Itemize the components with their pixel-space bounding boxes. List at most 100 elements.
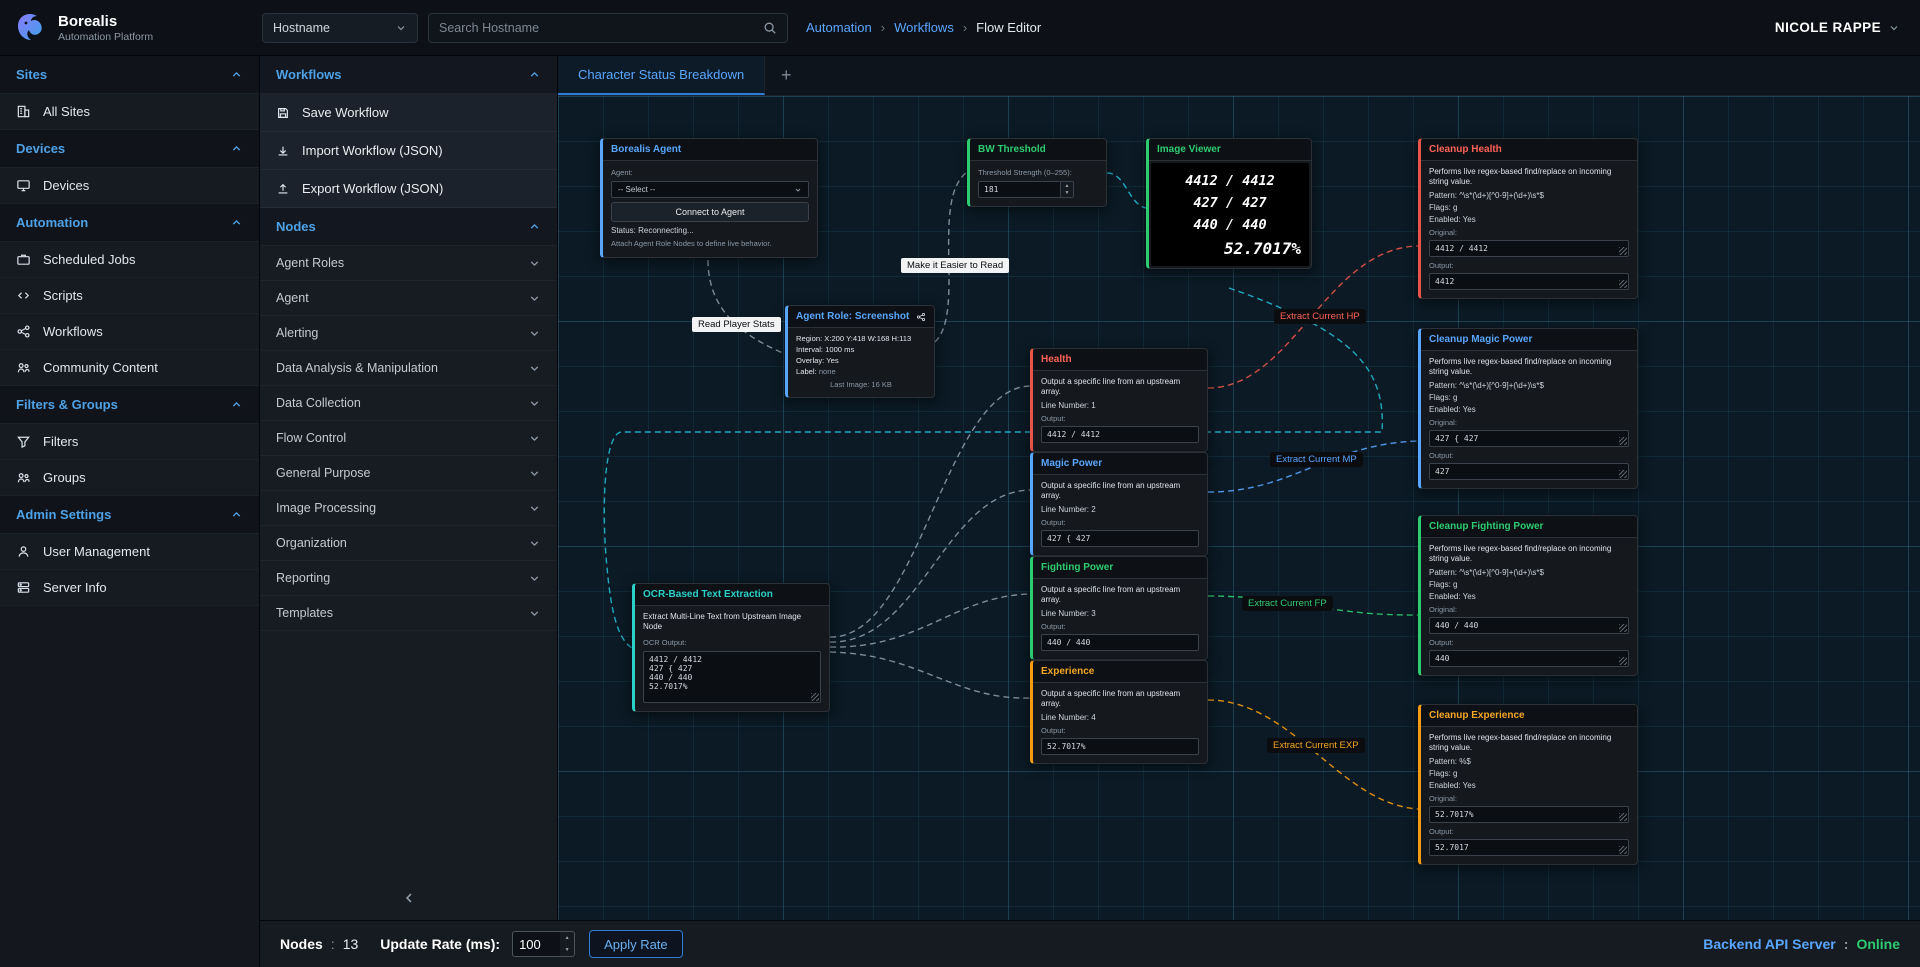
node-cleanup-experience[interactable]: Cleanup Experience Performs live regex-b… <box>1418 704 1638 865</box>
output-textarea[interactable]: 427 <box>1429 463 1629 480</box>
node-ocr-text-extraction[interactable]: OCR-Based Text Extraction Extract Multi-… <box>632 583 830 712</box>
original-textarea[interactable]: 52.7017% <box>1429 806 1629 823</box>
label-extract-current-mp[interactable]: Extract Current MP <box>1270 452 1363 467</box>
breadcrumb: Automation › Workflows › Flow Editor <box>806 20 1041 35</box>
update-rate-input[interactable] <box>512 931 560 957</box>
label-read-player-stats[interactable]: Read Player Stats <box>692 317 781 332</box>
node-category-general-purpose[interactable]: General Purpose <box>260 456 557 491</box>
flow-canvas[interactable]: Borealis Agent Agent: -- Select -- Conne… <box>558 96 1920 920</box>
tab-character-status-breakdown[interactable]: Character Status Breakdown <box>558 56 765 95</box>
panel-section-workflows[interactable]: Workflows <box>260 56 557 94</box>
node-health[interactable]: Health Output a specific line from an up… <box>1030 348 1208 452</box>
scripts-icon <box>16 288 31 303</box>
hostname-dropdown[interactable]: Hostname <box>262 13 418 43</box>
sidebar-item-server-info[interactable]: Server Info <box>0 570 259 606</box>
breadcrumb-current: Flow Editor <box>976 20 1041 35</box>
original-textarea[interactable]: 427 { 427 <box>1429 430 1629 447</box>
node-title: Borealis Agent <box>603 139 817 161</box>
output-field[interactable]: 427 { 427 <box>1041 530 1199 547</box>
spinner-buttons[interactable]: ▲▼ <box>1061 181 1074 198</box>
chevron-left-icon <box>401 890 417 906</box>
apply-rate-button[interactable]: Apply Rate <box>589 930 683 958</box>
node-cleanup-health[interactable]: Cleanup Health Performs live regex-based… <box>1418 138 1638 299</box>
node-bw-threshold[interactable]: BW Threshold Threshold Strength (0–255):… <box>967 138 1107 207</box>
output-field[interactable]: 440 / 440 <box>1041 634 1199 651</box>
user-menu[interactable]: NICOLE RAPPE <box>1775 20 1900 35</box>
breadcrumb-workflows[interactable]: Workflows <box>894 20 954 35</box>
sidebar-item-workflows[interactable]: Workflows <box>0 314 259 350</box>
node-category-templates[interactable]: Templates <box>260 596 557 631</box>
label-extract-current-fp[interactable]: Extract Current FP <box>1242 596 1333 611</box>
threshold-stepper[interactable]: 181 ▲▼ <box>978 181 1074 198</box>
hostname-search[interactable] <box>428 13 788 43</box>
node-magic-power[interactable]: Magic Power Output a specific line from … <box>1030 452 1208 556</box>
output-field[interactable]: 52.7017% <box>1041 738 1199 755</box>
node-category-alerting[interactable]: Alerting <box>260 316 557 351</box>
import-workflow-button[interactable]: Import Workflow (JSON) <box>260 132 557 170</box>
node-category-image-processing[interactable]: Image Processing <box>260 491 557 526</box>
label-make-easier-to-read[interactable]: Make it Easier to Read <box>901 258 1009 273</box>
node-experience[interactable]: Experience Output a specific line from a… <box>1030 660 1208 764</box>
sidebar-section-automation[interactable]: Automation <box>0 204 259 242</box>
original-textarea[interactable]: 440 / 440 <box>1429 617 1629 634</box>
original-textarea[interactable]: 4412 / 4412 <box>1429 240 1629 257</box>
nodes-count-label: Nodes <box>280 936 323 952</box>
add-tab-button[interactable]: + <box>765 56 807 95</box>
node-image-viewer[interactable]: Image Viewer 4412 / 4412 427 / 427 440 /… <box>1146 138 1312 269</box>
save-workflow-button[interactable]: Save Workflow <box>260 94 557 132</box>
viewer-line: 4412 / 4412 <box>1185 173 1274 189</box>
output-textarea[interactable]: 440 <box>1429 650 1629 667</box>
update-rate-stepper[interactable]: ▲▼ <box>512 931 575 957</box>
sidebar-section-filters-groups[interactable]: Filters & Groups <box>0 386 259 424</box>
spinner-buttons[interactable]: ▲▼ <box>560 931 575 957</box>
node-cleanup-fighting-power[interactable]: Cleanup Fighting Power Performs live reg… <box>1418 515 1638 676</box>
label-extract-current-hp[interactable]: Extract Current HP <box>1274 309 1366 324</box>
node-category-data-collection[interactable]: Data Collection <box>260 386 557 421</box>
output-label: Output: <box>1041 518 1199 527</box>
node-category-agent-roles[interactable]: Agent Roles <box>260 246 557 281</box>
node-category-organization[interactable]: Organization <box>260 526 557 561</box>
sidebar-item-all-sites[interactable]: All Sites <box>0 94 259 130</box>
sidebar-item-scheduled-jobs[interactable]: Scheduled Jobs <box>0 242 259 278</box>
regex-pattern: Pattern: ^\s*(\d+)[^0-9]+(\d+)\s*$ <box>1429 568 1629 577</box>
collapse-panel-button[interactable] <box>260 880 557 920</box>
sidebar-item-filters[interactable]: Filters <box>0 424 259 460</box>
node-category-reporting[interactable]: Reporting <box>260 561 557 596</box>
viewer-line: 440 / 440 <box>1193 217 1266 233</box>
label-extract-current-exp[interactable]: Extract Current EXP <box>1267 738 1365 753</box>
node-category-flow-control[interactable]: Flow Control <box>260 421 557 456</box>
node-title: BW Threshold <box>970 139 1106 161</box>
share-icon[interactable] <box>916 312 926 322</box>
action-label: Save Workflow <box>302 105 388 120</box>
line-number: Line Number: 1 <box>1041 401 1199 410</box>
output-field[interactable]: 4412 / 4412 <box>1041 426 1199 443</box>
node-title: Experience <box>1033 661 1207 683</box>
sidebar-item-devices[interactable]: Devices <box>0 168 259 204</box>
groups-icon <box>16 470 31 485</box>
sidebar-item-groups[interactable]: Groups <box>0 460 259 496</box>
sidebar-item-user-management[interactable]: User Management <box>0 534 259 570</box>
section-label: Devices <box>16 141 65 156</box>
sidebar-item-scripts[interactable]: Scripts <box>0 278 259 314</box>
connect-to-agent-button[interactable]: Connect to Agent <box>611 202 809 222</box>
search-input[interactable] <box>439 21 763 35</box>
ocr-output-textarea[interactable]: 4412 / 4412 427 { 427 440 / 440 52.7017% <box>643 651 821 703</box>
node-fighting-power[interactable]: Fighting Power Output a specific line fr… <box>1030 556 1208 660</box>
output-textarea[interactable]: 4412 <box>1429 273 1629 290</box>
node-borealis-agent[interactable]: Borealis Agent Agent: -- Select -- Conne… <box>600 138 818 258</box>
export-workflow-button[interactable]: Export Workflow (JSON) <box>260 170 557 208</box>
breadcrumb-automation[interactable]: Automation <box>806 20 872 35</box>
output-textarea[interactable]: 52.7017 <box>1429 839 1629 856</box>
node-category-data-analysis[interactable]: Data Analysis & Manipulation <box>260 351 557 386</box>
sidebar-section-devices[interactable]: Devices <box>0 130 259 168</box>
node-cleanup-magic-power[interactable]: Cleanup Magic Power Performs live regex-… <box>1418 328 1638 489</box>
regex-pattern: Pattern: ^\s*(\d+)[^0-9]+(\d+)\s*$ <box>1429 191 1629 200</box>
sidebar-item-community-content[interactable]: Community Content <box>0 350 259 386</box>
agent-select[interactable]: -- Select -- <box>611 181 809 198</box>
sidebar-section-admin-settings[interactable]: Admin Settings <box>0 496 259 534</box>
sidebar-section-sites[interactable]: Sites <box>0 56 259 94</box>
node-category-agent[interactable]: Agent <box>260 281 557 316</box>
node-agent-role-screenshot[interactable]: Agent Role: Screenshot Region: X:200 Y:4… <box>785 305 935 398</box>
panel-section-nodes[interactable]: Nodes <box>260 208 557 246</box>
threshold-value[interactable]: 181 <box>978 181 1061 198</box>
